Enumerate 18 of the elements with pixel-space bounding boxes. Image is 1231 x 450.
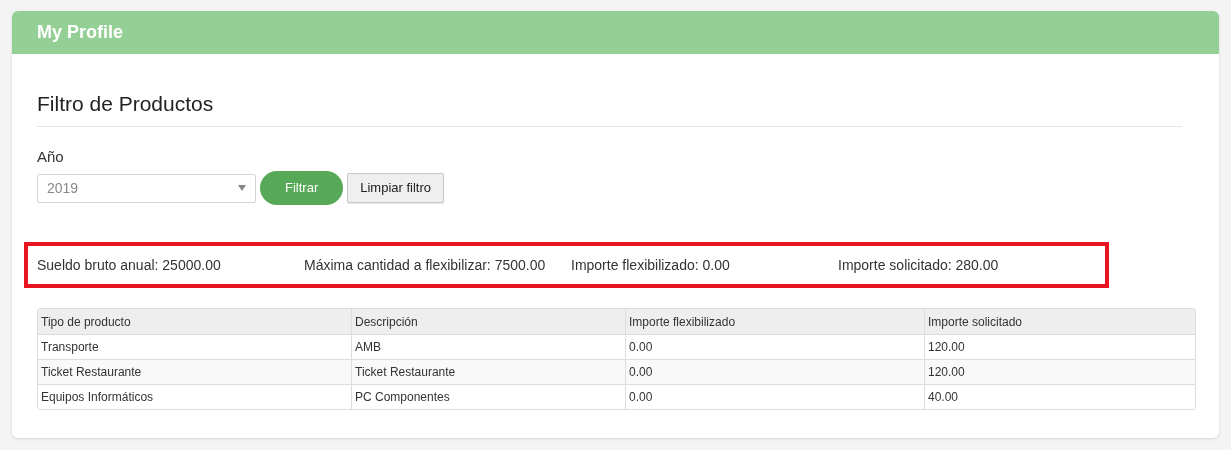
filter-button[interactable]: Filtrar: [260, 171, 344, 205]
clear-filter-button[interactable]: Limpiar filtro: [347, 173, 444, 203]
table-cell: PC Componentes: [351, 385, 625, 409]
year-select[interactable]: 2019: [37, 173, 256, 203]
panel-title: My Profile: [37, 21, 124, 44]
table-cell: 0.00: [625, 385, 924, 409]
section-title: Filtro de Productos: [37, 91, 215, 117]
table-cell: 40.00: [924, 385, 1195, 409]
field-label: Año: [37, 147, 64, 167]
table-cell-text: Ticket Restaurante: [40, 364, 143, 381]
table-cell-text: Equipos Informáticos: [40, 389, 155, 406]
summary-text: Importe flexibilizado: 0.00: [571, 255, 730, 275]
table-cell-text: Transporte: [40, 339, 100, 356]
summary-text: Importe solicitado: 280.00: [838, 255, 999, 275]
caret-icon: [238, 185, 246, 191]
column-header: Tipo de producto: [40, 313, 132, 331]
summary-text: Máxima cantidad a flexibilizar: 7500.00: [304, 255, 546, 275]
summary-text: Sueldo bruto anual: 25000.00: [37, 255, 221, 275]
